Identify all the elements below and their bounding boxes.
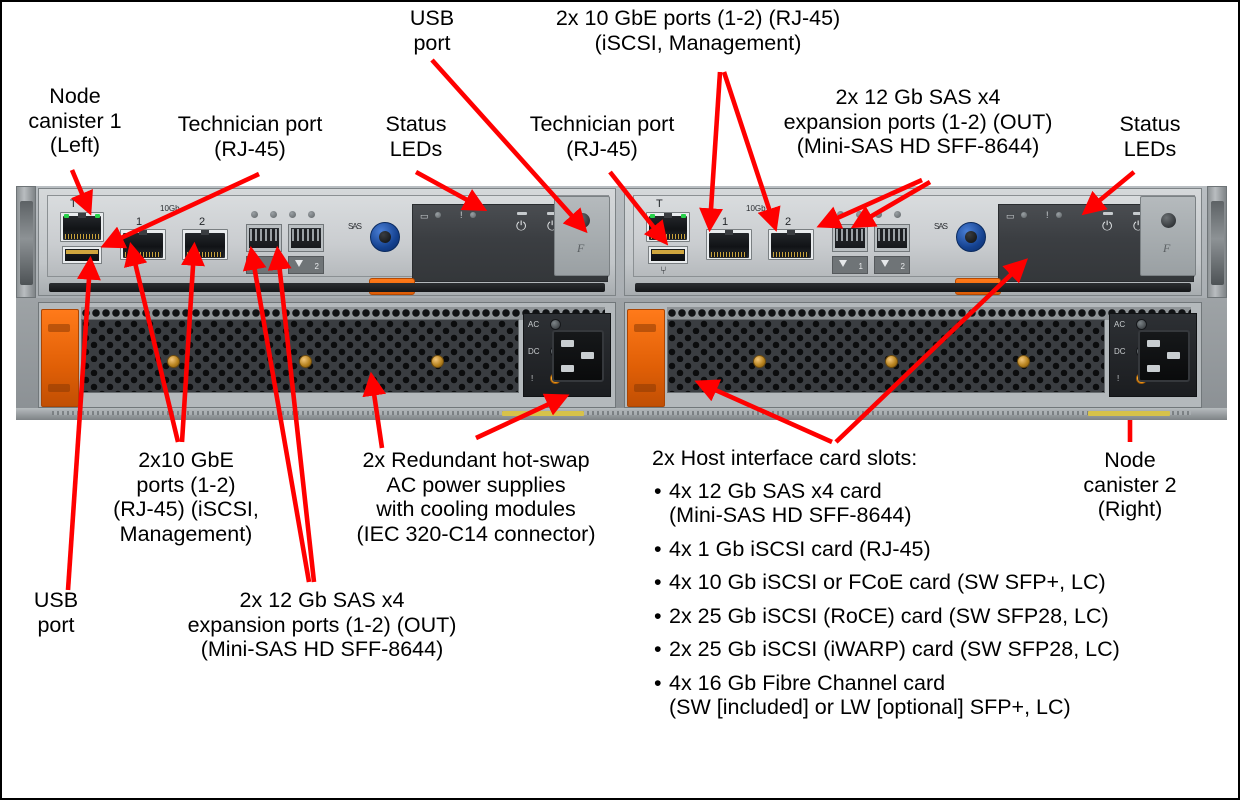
ac-label-2: AC xyxy=(1114,320,1126,329)
diagram-root: T 10Gb 1 2 1 2 SAS ▭ ! ⏻ ⏻ F T ⑂ 10Gb 1 … xyxy=(0,0,1240,800)
canister-2-bottom-rail xyxy=(635,283,1191,292)
gbe-port-2-marking-right: 2 xyxy=(785,216,792,228)
hic-list-heading: 2x Host interface card slots: xyxy=(652,446,918,470)
sas-port-1-label-box: 1 xyxy=(246,256,282,274)
callout-status-leds-left: Status LEDs xyxy=(385,112,447,161)
storage-enclosure-photo: T 10Gb 1 2 1 2 SAS ▭ ! ⏻ ⏻ F T ⑂ 10Gb 1 … xyxy=(16,186,1227,420)
technician-port-marking-right: T xyxy=(656,198,663,210)
sas-expansion-port-2-left[interactable] xyxy=(288,224,324,252)
callout-gbe-ports-bottom: 2x10 GbE ports (1-2) (RJ-45) (iSCSI, Man… xyxy=(113,448,259,546)
thumbscrew-left[interactable] xyxy=(370,222,400,252)
ac-label: AC xyxy=(528,320,540,329)
psu-2-handle[interactable] xyxy=(627,309,665,407)
sas-expansion-port-2-right[interactable] xyxy=(874,224,910,252)
technician-port-left[interactable] xyxy=(60,212,104,242)
sas-symbol-marking: SAS xyxy=(348,222,362,231)
psu-fault-label: ! xyxy=(531,374,534,383)
power-supply-2: AC DC ! xyxy=(624,302,1202,408)
callout-usb-port-bottom: USB port xyxy=(33,588,79,637)
canister-latch-left[interactable]: F xyxy=(554,196,610,276)
list-item: 2x 25 Gb iSCSI (iWARP) card (SW SFP28, L… xyxy=(652,637,1230,662)
list-item: 4x 1 Gb iSCSI card (RJ-45) xyxy=(652,537,1230,562)
speed-marking: 10Gb xyxy=(160,204,180,213)
sas-symbol-marking-right: SAS xyxy=(934,222,948,231)
psu-1-ac-panel: AC DC ! xyxy=(523,313,611,397)
callout-gbe-ports-top: 2x 10 GbE ports (1-2) (RJ-45) (iSCSI, Ma… xyxy=(555,6,841,55)
callout-node-canister-1: Node canister 1 (Left) xyxy=(28,84,122,157)
callout-sas-expansion-top: 2x 12 Gb SAS x4 expansion ports (1-2) (O… xyxy=(783,85,1053,158)
psu-1-ac-led xyxy=(550,319,561,330)
power-supply-1: AC DC ! xyxy=(38,302,616,408)
callout-sas-expansion-bottom: 2x 12 Gb SAS x4 expansion ports (1-2) (O… xyxy=(187,588,457,661)
hic-items: 4x 12 Gb SAS x4 card (Mini-SAS HD SFF-86… xyxy=(652,479,1230,720)
technician-port-marking: T xyxy=(70,198,77,210)
psu-1-power-connector[interactable] xyxy=(552,330,604,382)
callout-status-leds-right: Status LEDs xyxy=(1119,112,1181,161)
power-supply-row: AC DC ! AC DC ! xyxy=(16,298,1227,420)
gbe-port-1-left[interactable] xyxy=(120,229,166,260)
usb-port-right[interactable] xyxy=(648,246,688,264)
speed-marking-right: 10Gb xyxy=(746,204,766,213)
sas-port-1-label-box-right: 1 xyxy=(832,256,868,274)
gbe-port-1-marking-right: 1 xyxy=(722,216,729,228)
enclosure-bottom-rail xyxy=(16,408,1227,420)
gbe-port-1-marking: 1 xyxy=(136,216,143,228)
callout-technician-port-left: Technician port (RJ-45) xyxy=(177,112,323,161)
rack-ear-right xyxy=(1207,186,1227,298)
node-canister-row: T 10Gb 1 2 1 2 SAS ▭ ! ⏻ ⏻ F T ⑂ 10Gb 1 … xyxy=(16,186,1227,298)
sas-expansion-port-1-right[interactable] xyxy=(832,224,868,252)
psu-2-ac-led xyxy=(1136,319,1147,330)
callout-power-supplies: 2x Redundant hot-swap AC power supplies … xyxy=(356,448,596,546)
dc-label: DC xyxy=(528,347,540,356)
canister-latch-right[interactable]: F xyxy=(1140,196,1196,276)
callout-technician-port-right: Technician port (RJ-45) xyxy=(529,112,675,161)
sas-port-2-label-box-right: 2 xyxy=(874,256,910,274)
psu-2-ac-panel: AC DC ! xyxy=(1109,313,1197,397)
psu-1-handle[interactable] xyxy=(41,309,79,407)
usb-port-left[interactable] xyxy=(62,246,102,264)
node-canister-1: T 10Gb 1 2 1 2 SAS ▭ ! ⏻ ⏻ F xyxy=(38,188,616,296)
rack-ear-left xyxy=(16,186,36,298)
usb-icon: ⑂ xyxy=(660,265,667,277)
gbe-port-2-marking: 2 xyxy=(199,216,206,228)
sas-expansion-port-1-left[interactable] xyxy=(246,224,282,252)
battery-icon: ▭ xyxy=(420,211,429,221)
list-item: 2x 25 Gb iSCSI (RoCE) card (SW SFP28, LC… xyxy=(652,604,1230,629)
fault-icon-small: ! xyxy=(460,210,463,220)
list-item: 4x 16 Gb Fibre Channel card (SW [include… xyxy=(652,671,1230,720)
canister-1-bottom-rail xyxy=(49,283,605,292)
sas-port-2-label-box: 2 xyxy=(288,256,324,274)
gbe-port-1-right[interactable] xyxy=(706,229,752,260)
fault-icon-small-right: ! xyxy=(1046,210,1049,220)
list-item: 4x 12 Gb SAS x4 card (Mini-SAS HD SFF-86… xyxy=(652,479,1230,528)
canister-1-faceplate: T 10Gb 1 2 1 2 SAS ▭ ! ⏻ ⏻ F xyxy=(47,195,610,282)
node-canister-2: T ⑂ 10Gb 1 2 1 2 SAS ▭ ! ⏻ ⏻ F xyxy=(624,188,1202,296)
callout-usb-port-top: USB port xyxy=(409,6,455,55)
host-interface-card-list: 2x Host interface card slots: 4x 12 Gb S… xyxy=(652,446,1230,729)
thumbscrew-right[interactable] xyxy=(956,222,986,252)
technician-port-right[interactable] xyxy=(646,212,690,242)
gbe-port-2-left[interactable] xyxy=(182,229,228,260)
psu-fault-label-2: ! xyxy=(1117,374,1120,383)
list-item: 4x 10 Gb iSCSI or FCoE card (SW SFP+, LC… xyxy=(652,570,1230,595)
canister-2-faceplate: T ⑂ 10Gb 1 2 1 2 SAS ▭ ! ⏻ ⏻ F xyxy=(633,195,1196,282)
battery-icon-right: ▭ xyxy=(1006,211,1015,221)
psu-2-power-connector[interactable] xyxy=(1138,330,1190,382)
gbe-port-2-right[interactable] xyxy=(768,229,814,260)
dc-label-2: DC xyxy=(1114,347,1126,356)
